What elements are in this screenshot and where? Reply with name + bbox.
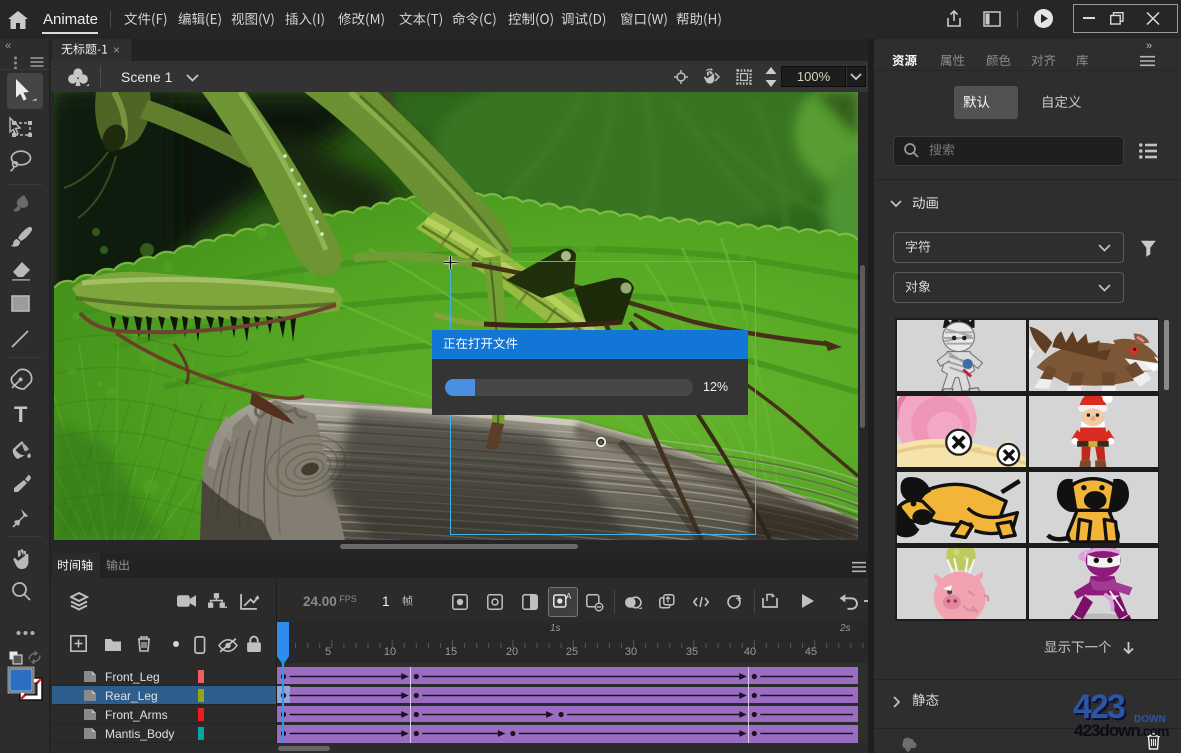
svg-text:A: A [566,592,572,601]
